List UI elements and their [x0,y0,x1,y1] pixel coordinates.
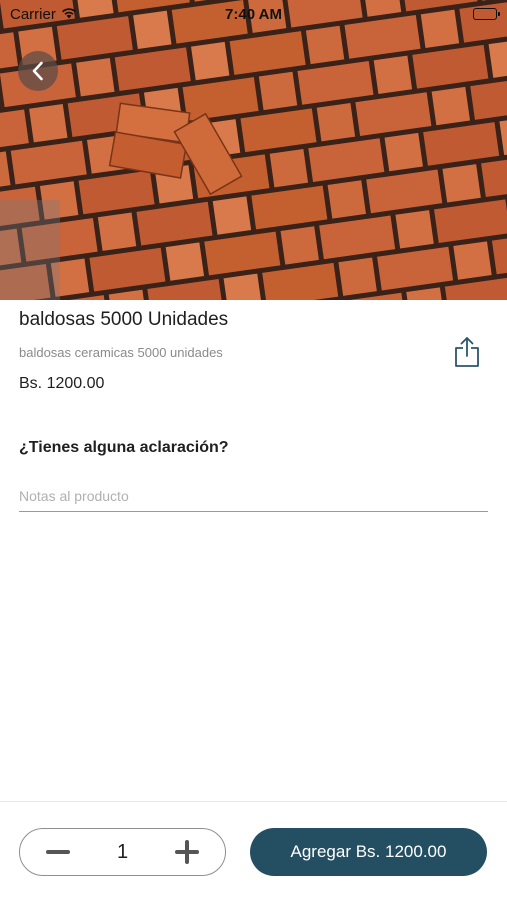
back-button[interactable] [18,51,58,91]
quantity-value: 1 [116,840,129,863]
chevron-left-icon [32,61,43,81]
product-image [0,0,507,300]
battery-icon [473,8,500,20]
notes-heading: ¿Tienes alguna aclaración? [19,439,229,456]
notes-input[interactable] [19,480,488,512]
product-description: baldosas ceramicas 5000 unidades [19,345,223,360]
plus-icon [175,840,199,864]
decrease-quantity-button[interactable] [44,838,72,866]
product-title: baldosas 5000 Unidades [19,309,229,330]
increase-quantity-button[interactable] [173,838,201,866]
bottom-bar: 1 Agregar Bs. 1200.00 [0,801,507,900]
add-to-cart-button[interactable]: Agregar Bs. 1200.00 [250,828,487,876]
quantity-stepper: 1 [19,828,226,876]
wifi-icon [61,6,77,23]
minus-icon [46,850,70,854]
share-icon [455,337,479,367]
share-button[interactable] [452,335,482,369]
product-price: Bs. 1200.00 [19,375,105,392]
carrier-label: Carrier [10,5,56,23]
status-bar: Carrier 7:40 AM [0,0,507,28]
